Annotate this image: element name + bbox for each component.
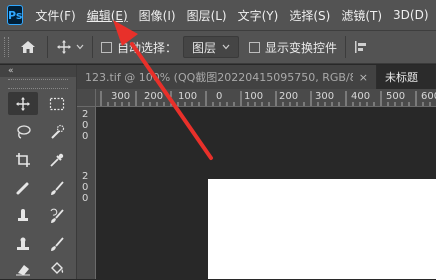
tab-untitled[interactable]: 未标题: [377, 65, 436, 89]
tool-stamp[interactable]: [8, 232, 38, 255]
dropdown-value: 图层: [192, 40, 217, 55]
stamp-icon: [15, 236, 31, 252]
tool-history-brush[interactable]: [42, 204, 72, 227]
paint-bucket-icon: [49, 261, 65, 276]
auto-select-dropdown[interactable]: 图层: [183, 36, 240, 58]
ruler-label: 0: [82, 131, 89, 142]
panel-grip[interactable]: [8, 79, 68, 89]
ruler-corner[interactable]: [77, 89, 96, 107]
menu-3d[interactable]: 3D(D): [393, 8, 428, 22]
brush-icon: [49, 180, 65, 196]
chevron-down-icon[interactable]: [76, 44, 84, 50]
healing-brush-icon: [15, 180, 31, 196]
document-canvas[interactable]: [208, 179, 436, 279]
tab-label: 未标题: [385, 71, 418, 84]
tool-paint-bucket[interactable]: [42, 257, 72, 280]
menu-image[interactable]: 图像(I): [139, 7, 176, 24]
ruler-label: 400: [351, 91, 371, 102]
options-grip[interactable]: [4, 37, 9, 57]
ruler-label: 0: [82, 193, 89, 204]
ruler-label: 200: [144, 91, 164, 102]
ruler-vertical[interactable]: 2 0 0 2 0 0: [77, 107, 96, 279]
tab-label: 123.tif @ 100% (QQ截图20220415095750, RGB/…: [85, 71, 353, 84]
show-transform-label: 显示变换控件: [265, 40, 338, 55]
document-tabs: 123.tif @ 100% (QQ截图20220415095750, RGB/…: [77, 65, 436, 89]
ruler-label: 2: [82, 109, 89, 120]
tool-clone-stamp[interactable]: [8, 204, 38, 227]
tool-eraser[interactable]: [8, 257, 38, 280]
ruler-label: 0: [216, 91, 223, 102]
show-transform-checkbox[interactable]: [249, 41, 261, 53]
ruler-label: 2: [82, 171, 89, 182]
tool-eyedropper[interactable]: [42, 148, 72, 171]
collapse-panel-button[interactable]: «: [8, 66, 14, 76]
tool-crop[interactable]: [8, 148, 38, 171]
move-tool-icon[interactable]: [56, 39, 72, 55]
menu-edit[interactable]: 编辑(E): [87, 7, 128, 24]
ruler-label: 300: [315, 91, 335, 102]
align-left-icon[interactable]: [354, 40, 368, 54]
tool-quick-select[interactable]: [42, 120, 72, 143]
ruler-label: 600: [421, 91, 436, 102]
ruler-label: 100: [244, 91, 264, 102]
ruler-label: 0: [82, 120, 89, 131]
quick-select-icon: [49, 124, 65, 140]
menu-layer[interactable]: 图层(L): [187, 7, 227, 24]
crop-icon: [15, 152, 31, 168]
photoshop-logo-icon[interactable]: Ps: [7, 5, 24, 25]
menu-select[interactable]: 选择(S): [289, 7, 330, 24]
history-brush-icon: [49, 208, 65, 224]
eyedropper-icon: [49, 152, 65, 168]
move-tool-icon: [15, 96, 31, 112]
ruler-label: 0: [82, 182, 89, 193]
ruler-label: 500: [386, 91, 406, 102]
ruler-horizontal[interactable]: 300 200 100 0 100 200 300 400 500 600: [96, 89, 436, 107]
ruler-label: 300: [111, 91, 131, 102]
separator: [345, 36, 347, 58]
eraser-icon: [15, 262, 31, 276]
menu-file[interactable]: 文件(F): [35, 7, 75, 24]
tool-art-brush[interactable]: [42, 232, 72, 255]
tool-brush[interactable]: [42, 176, 72, 199]
chevron-down-icon: [222, 44, 230, 50]
lasso-icon: [15, 124, 31, 140]
tool-healing-brush[interactable]: [8, 176, 38, 199]
marquee-icon: [49, 97, 65, 111]
separator: [47, 36, 48, 58]
tool-lasso[interactable]: [8, 120, 38, 143]
tab-123-tif[interactable]: 123.tif @ 100% (QQ截图20220415095750, RGB/…: [77, 65, 377, 89]
separator: [92, 36, 93, 58]
tool-move[interactable]: [8, 92, 38, 115]
menu-bar: Ps 文件(F) 编辑(E) 图像(I) 图层(L) 文字(Y) 选择(S) 滤…: [0, 0, 436, 30]
ruler-label: 200: [279, 91, 299, 102]
home-icon[interactable]: [17, 36, 39, 58]
art-history-brush-icon: [49, 236, 65, 252]
menu-filter[interactable]: 滤镜(T): [341, 7, 382, 24]
auto-select-checkbox[interactable]: [101, 41, 112, 53]
options-bar: 自动选择： 图层 显示变换控件: [0, 30, 436, 64]
menu-type[interactable]: 文字(Y): [238, 7, 279, 24]
tools-panel: «: [0, 65, 77, 279]
auto-select-label: 自动选择：: [117, 40, 178, 55]
clone-stamp-icon: [15, 208, 31, 224]
tool-marquee[interactable]: [42, 92, 72, 115]
panel-header: «: [0, 65, 76, 77]
close-icon[interactable]: ×: [359, 71, 368, 84]
ruler-label: 100: [178, 91, 198, 102]
